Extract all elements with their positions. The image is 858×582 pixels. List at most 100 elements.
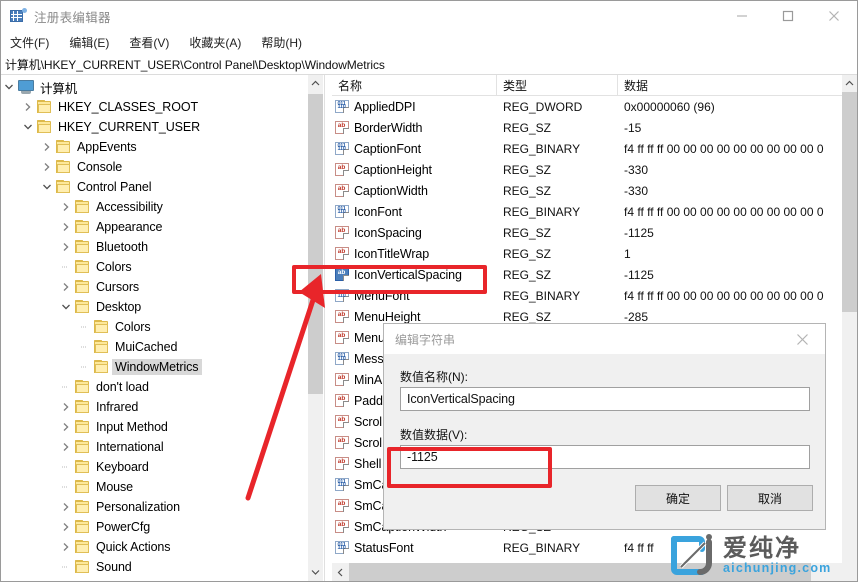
tree-item-label: Personalization [96, 500, 180, 514]
values-scroll-thumb[interactable] [842, 92, 857, 312]
chevron-right-icon[interactable] [20, 99, 36, 115]
minimize-icon[interactable] [719, 1, 765, 31]
tree-item-international[interactable]: International [1, 437, 309, 457]
value-data-label: 数值数据(V): [400, 426, 467, 443]
tree-item-personalization[interactable]: Personalization [1, 497, 309, 517]
tree-item-control-panel[interactable]: Control Panel [1, 177, 309, 197]
chevron-down-icon[interactable] [20, 119, 36, 135]
tree-item-sound[interactable]: Sound [1, 557, 309, 577]
value-row[interactable]: abBorderWidthREG_SZ-15 [332, 117, 857, 138]
tree-item-colors[interactable]: Colors [1, 317, 309, 337]
cancel-button[interactable]: 取消 [727, 485, 813, 511]
tree-item-mouse[interactable]: Mouse [1, 477, 309, 497]
string-value-icon: ab [335, 436, 350, 450]
values-scroll-up-icon[interactable] [842, 75, 857, 92]
tree-item-appearance[interactable]: Appearance [1, 217, 309, 237]
value-row[interactable]: 011110IconFontREG_BINARYf4 ff ff ff 00 0… [332, 201, 857, 222]
tree-item-muicached[interactable]: MuiCached [1, 337, 309, 357]
registry-tree-pane[interactable]: 计算机HKEY_CLASSES_ROOTHKEY_CURRENT_USERApp… [1, 75, 324, 581]
chevron-right-icon[interactable] [58, 219, 74, 235]
tree-item-label: Console [77, 160, 122, 174]
menu-edit[interactable]: 编辑(E) [69, 32, 119, 54]
tree-item-accessibility[interactable]: Accessibility [1, 197, 309, 217]
maximize-icon[interactable] [765, 1, 811, 31]
tree-item-appevents[interactable]: AppEvents [1, 137, 309, 157]
tree-item-hkey-classes-root[interactable]: HKEY_CLASSES_ROOT [1, 97, 309, 117]
value-row[interactable]: abIconSpacingREG_SZ-1125 [332, 222, 857, 243]
chevron-down-icon[interactable] [39, 179, 55, 195]
value-name-text: CaptionHeight [354, 163, 432, 177]
tree-vertical-scrollbar[interactable] [308, 75, 323, 581]
chevron-right-icon[interactable] [58, 239, 74, 255]
chevron-right-icon[interactable] [58, 399, 74, 415]
tree-item-label: MuiCached [115, 340, 177, 354]
tree-item-infrared[interactable]: Infrared [1, 397, 309, 417]
chevron-right-icon[interactable] [39, 139, 55, 155]
chevron-down-icon[interactable] [58, 299, 74, 315]
chevron-right-icon[interactable] [58, 419, 74, 435]
folder-icon [55, 160, 72, 174]
dialog-close-icon[interactable] [780, 324, 825, 354]
value-row[interactable]: abIconVerticalSpacingREG_SZ-1125 [332, 264, 857, 285]
tree-item-powercfg[interactable]: PowerCfg [1, 517, 309, 537]
string-value-icon: ab [335, 415, 350, 429]
tree-scroll-thumb[interactable] [308, 94, 323, 394]
tree-item--[interactable]: 计算机 [1, 77, 309, 97]
chevron-right-icon[interactable] [39, 159, 55, 175]
column-header-name[interactable]: 名称 [332, 75, 497, 96]
menu-view[interactable]: 查看(V) [129, 32, 179, 54]
binary-value-icon: 011110 [335, 289, 350, 303]
chevron-right-icon[interactable] [58, 539, 74, 555]
tree-item-cursors[interactable]: Cursors [1, 277, 309, 297]
tree-leaf-connector [58, 479, 74, 495]
column-header-type[interactable]: 类型 [497, 75, 618, 96]
tree-item-windowmetrics[interactable]: WindowMetrics [1, 357, 309, 377]
tree-item-desktop[interactable]: Desktop [1, 297, 309, 317]
folder-icon [74, 380, 91, 394]
chevron-down-icon[interactable] [1, 79, 17, 95]
tree-item-bluetooth[interactable]: Bluetooth [1, 237, 309, 257]
chevron-right-icon[interactable] [58, 499, 74, 515]
menu-bar: 文件(F) 编辑(E) 查看(V) 收藏夹(A) 帮助(H) [1, 31, 857, 54]
value-data-input[interactable]: -1125 [400, 445, 810, 469]
folder-icon [74, 460, 91, 474]
tree-item-quick-actions[interactable]: Quick Actions [1, 537, 309, 557]
chevron-right-icon[interactable] [58, 519, 74, 535]
chevron-right-icon[interactable] [58, 279, 74, 295]
scroll-up-icon[interactable] [308, 75, 323, 92]
value-row[interactable]: 011110MenuFontREG_BINARYf4 ff ff ff 00 0… [332, 285, 857, 306]
menu-help[interactable]: 帮助(H) [261, 32, 312, 54]
address-bar[interactable]: 计算机\HKEY_CURRENT_USER\Control Panel\Desk… [1, 54, 857, 75]
pane-splitter[interactable] [324, 75, 332, 581]
hscroll-left-icon[interactable] [332, 563, 349, 581]
tree-item-don-t-load[interactable]: don't load [1, 377, 309, 397]
string-value-icon: ab [335, 457, 350, 471]
menu-file[interactable]: 文件(F) [10, 32, 59, 54]
value-row[interactable]: abCaptionHeightREG_SZ-330 [332, 159, 857, 180]
values-vertical-scrollbar[interactable] [842, 75, 857, 563]
value-name-cell: abBorderWidth [335, 117, 422, 138]
tree-leaf-connector [58, 559, 74, 575]
tree-item-keyboard[interactable]: Keyboard [1, 457, 309, 477]
chevron-right-icon[interactable] [58, 199, 74, 215]
value-row[interactable]: 011110AppliedDPIREG_DWORD0x00000060 (96) [332, 96, 857, 117]
tree-item-colors[interactable]: Colors [1, 257, 309, 277]
tree-leaf-connector [58, 259, 74, 275]
tree-item-label: Cursors [96, 280, 139, 294]
tree-item-console[interactable]: Console [1, 157, 309, 177]
close-icon[interactable] [811, 1, 857, 31]
menu-favorites[interactable]: 收藏夹(A) [189, 32, 251, 54]
value-row[interactable]: 011110CaptionFontREG_BINARYf4 ff ff ff 0… [332, 138, 857, 159]
ok-button[interactable]: 确定 [635, 485, 721, 511]
folder-icon [36, 120, 53, 134]
value-row[interactable]: abIconTitleWrapREG_SZ1 [332, 243, 857, 264]
string-value-icon: ab [335, 520, 350, 534]
scroll-down-icon[interactable] [308, 564, 323, 581]
value-row[interactable]: abCaptionWidthREG_SZ-330 [332, 180, 857, 201]
tree-item-hkey-current-user[interactable]: HKEY_CURRENT_USER [1, 117, 309, 137]
tree-item-input-method[interactable]: Input Method [1, 417, 309, 437]
value-name-input[interactable]: IconVerticalSpacing [400, 387, 810, 411]
chevron-right-icon[interactable] [58, 439, 74, 455]
column-header-data[interactable]: 数据 [618, 75, 857, 96]
tree-item-label: International [96, 440, 164, 454]
